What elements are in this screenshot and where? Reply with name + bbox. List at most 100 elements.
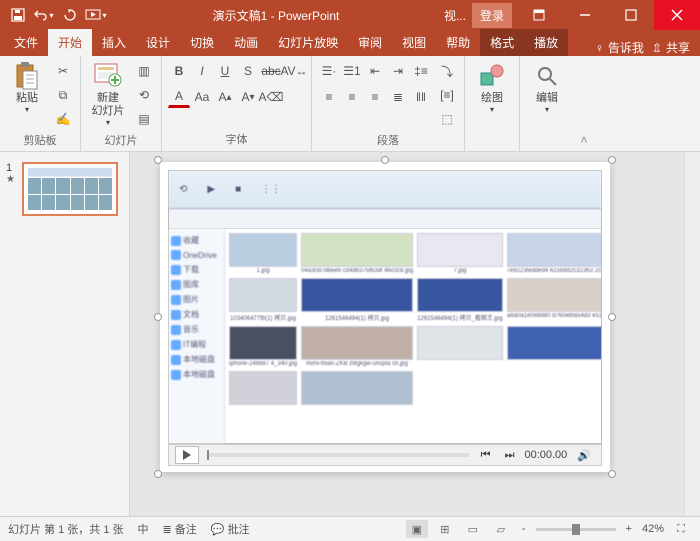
change-case-button[interactable]: Aa [191,86,213,108]
resize-handle[interactable] [381,156,389,164]
section-icon[interactable]: ▤ [133,108,155,130]
zoom-percent[interactable]: 42% [642,523,664,535]
bold-button[interactable]: B [168,60,190,82]
tab-transitions[interactable]: 切换 [180,29,224,56]
columns-button[interactable]: ‖‖ [410,86,432,108]
collapse-ribbon-icon[interactable]: ˄ [574,56,594,151]
sign-in-button[interactable]: 登录 [472,3,512,28]
undo-icon[interactable]: ▾ [32,3,56,27]
editing-button[interactable]: 编辑▾ [526,60,568,115]
tab-view[interactable]: 视图 [392,29,436,56]
justify-button[interactable]: ≣ [387,86,409,108]
clear-format-button[interactable]: A⌫ [260,86,282,108]
zoom-out-button[interactable]: - [518,523,530,535]
text-direction-button[interactable]: ⤵ [436,60,458,82]
title-bar: ▾ ▾ 演示文稿1 - PowerPoint 视... 登录 [0,0,700,30]
slide-canvas[interactable]: ⟳ ⟲▶■⋮⋮ 收藏OneDrive下载图库图片文档音乐IT编程本地磁盘本地磁盘 [130,152,700,516]
minimize-icon[interactable] [562,0,608,30]
file-thumbnail: 04a30d7dbeeb cd4d6375fb3df 4bc0c8.jpg [301,233,413,274]
file-thumbnail [507,326,601,367]
shrink-font-button[interactable]: A▾ [237,86,259,108]
file-thumbnail [229,371,297,406]
spacing-button[interactable]: AV↔ [283,60,305,82]
tab-insert[interactable]: 插入 [92,29,136,56]
layout-icon[interactable]: ▥ [133,60,155,82]
tab-format[interactable]: 格式 [480,29,524,56]
frame-back-icon[interactable]: ⏮ [477,449,495,462]
align-center-button[interactable]: ≡ [341,86,363,108]
fit-window-icon[interactable]: ⛶ [670,520,692,538]
zoom-in-button[interactable]: + [622,523,636,535]
save-icon[interactable] [6,3,30,27]
indent-inc-button[interactable]: ⇥ [387,60,409,82]
slide-thumbnail-panel[interactable]: 1 ★ [0,152,130,516]
new-slide-button[interactable]: 新建 幻灯片▾ [87,60,129,128]
video-object[interactable]: ⟲▶■⋮⋮ 收藏OneDrive下载图库图片文档音乐IT编程本地磁盘本地磁盘 1… [168,170,602,444]
contextual-tab-label: 视... [444,7,466,24]
italic-button[interactable]: I [191,60,213,82]
file-thumbnail [417,326,502,367]
zoom-slider[interactable] [536,528,616,531]
slide-thumbnail[interactable]: 1 ★ [6,162,123,216]
slideshow-start-icon[interactable]: ▾ [84,3,108,27]
resize-handle[interactable] [154,313,162,321]
line-spacing-button[interactable]: ‡≡ [410,60,432,82]
tab-help[interactable]: 帮助 [436,29,480,56]
cut-icon[interactable]: ✂ [52,60,74,82]
tab-review[interactable]: 审阅 [348,29,392,56]
tab-home[interactable]: 开始 [48,29,92,56]
align-left-button[interactable]: ≡ [318,86,340,108]
maximize-icon[interactable] [608,0,654,30]
redo-icon[interactable] [58,3,82,27]
tab-slideshow[interactable]: 幻灯片放映 [268,29,348,56]
share-button[interactable]: ⇫共享 [652,39,690,56]
frame-forward-icon[interactable]: ⏭ [501,449,519,462]
ribbon-options-icon[interactable] [516,0,562,30]
grow-font-button[interactable]: A▴ [214,86,236,108]
reading-view-icon[interactable]: ▭ [462,520,484,538]
copy-icon[interactable]: ⧉ [52,84,74,106]
align-right-button[interactable]: ≡ [364,86,386,108]
volume-icon[interactable]: 🔊 [573,449,595,462]
slide-counter[interactable]: 幻灯片 第 1 张，共 1 张 [8,521,124,537]
notes-button[interactable]: ≣ 备注 [163,521,197,537]
indent-dec-button[interactable]: ⇤ [364,60,386,82]
tab-animations[interactable]: 动画 [224,29,268,56]
sorter-view-icon[interactable]: ⊞ [434,520,456,538]
file-thumbnail: 1261546494(1) 拷贝.jpg [301,278,413,322]
comments-button[interactable]: 💬 批注 [211,521,250,537]
underline-button[interactable]: U [214,60,236,82]
vertical-scrollbar[interactable] [684,152,700,516]
paste-button[interactable]: 粘贴▾ [6,60,48,115]
tab-playback[interactable]: 播放 [524,29,568,56]
play-button[interactable] [175,446,199,464]
animation-indicator-icon: ★ [6,174,18,185]
resize-handle[interactable] [608,156,616,164]
resize-handle[interactable] [608,470,616,478]
font-color-button[interactable]: A [168,86,190,108]
file-thumbnail [301,371,413,406]
shadow-button[interactable]: S [237,60,259,82]
normal-view-icon[interactable]: ▣ [406,520,428,538]
tab-design[interactable]: 设计 [136,29,180,56]
format-painter-icon[interactable]: ✍ [52,108,74,130]
slideshow-view-icon[interactable]: ▱ [490,520,512,538]
close-icon[interactable] [654,0,700,30]
reset-icon[interactable]: ⟲ [133,84,155,106]
bullets-button[interactable]: ☰· [318,60,340,82]
file-thumbnail: mimi-thian-ZKB zlifgkgw-unspla sh.jpg [301,326,413,367]
numbering-button[interactable]: ☰1 [341,60,363,82]
tell-me-button[interactable]: ♀告诉我 [595,39,644,56]
align-text-button[interactable]: [≡] [436,84,458,106]
language-indicator[interactable]: 中 [138,521,149,537]
resize-handle[interactable] [608,313,616,321]
smartart-button[interactable]: ⬚ [436,108,458,130]
strike-button[interactable]: abc [260,60,282,82]
drawing-button[interactable]: 绘图▾ [471,60,513,115]
video-seek-track[interactable] [207,453,469,457]
rotate-handle-icon[interactable]: ⟳ [377,152,387,156]
new-slide-icon [92,60,124,92]
resize-handle[interactable] [154,156,162,164]
tab-file[interactable]: 文件 [4,29,48,56]
resize-handle[interactable] [154,470,162,478]
